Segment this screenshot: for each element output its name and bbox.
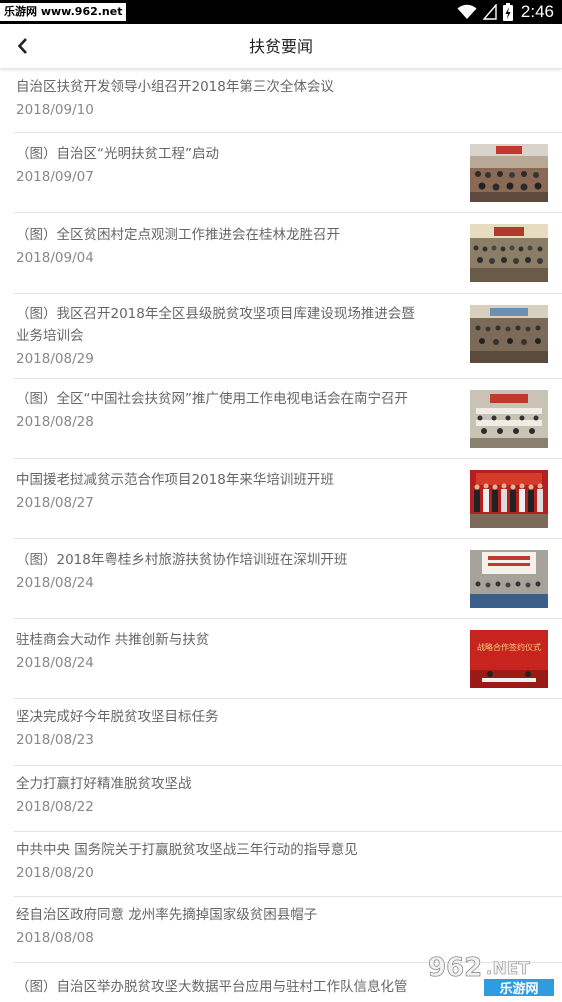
svg-text:.NET: .NET xyxy=(486,959,530,979)
news-title: 中共中央 国务院关于打赢脱贫攻坚战三年行动的指导意见 xyxy=(16,842,358,858)
news-title: 坚决完成好今年脱贫攻坚目标任务 xyxy=(16,709,219,725)
news-item[interactable]: 全力打赢打好精准脱贫攻坚战 2018/08/22 xyxy=(14,766,562,832)
news-date: 2018/09/07 xyxy=(16,169,94,185)
news-title: 中国援老挝减贫示范合作项目2018年来华培训班开班 xyxy=(16,472,334,488)
news-item[interactable]: （图）全区贫困村定点观测工作推进会在桂林龙胜召开 2018/09/04 xyxy=(14,213,562,294)
news-thumbnail xyxy=(470,470,548,528)
news-title: 驻桂商会大动作 共推创新与扶贫 xyxy=(16,632,210,648)
news-title-line2: 业务培训会 xyxy=(16,328,84,344)
news-date: 2018/08/27 xyxy=(16,495,94,511)
news-thumbnail xyxy=(470,390,548,448)
news-date: 2018/08/08 xyxy=(16,930,94,946)
news-item[interactable]: （图）我区召开2018年全区县级脱贫攻坚项目库建设现场推进会暨 业务培训会 20… xyxy=(14,294,562,379)
news-date: 2018/08/20 xyxy=(16,865,94,881)
site-logo-watermark: 962 .NET 乐游网 xyxy=(424,950,558,998)
news-date: 2018/09/10 xyxy=(16,102,94,118)
news-title: （图）2018年粤桂乡村旅游扶贫协作培训班在深圳开班 xyxy=(16,552,348,568)
news-list: 自治区扶贫开发领导小组召开2018年第三次全体会议 2018/09/10 （图）… xyxy=(0,70,562,1002)
clock: 2:46 xyxy=(520,2,554,21)
status-bar: 乐游网 www.962.net 2:46 xyxy=(0,0,562,24)
news-date: 2018/08/29 xyxy=(16,351,94,367)
news-thumbnail xyxy=(470,224,548,282)
news-title: （图）全区贫困村定点观测工作推进会在桂林龙胜召开 xyxy=(16,227,340,243)
news-title: （图）全区“中国社会扶贫网”推广使用工作电视电话会在南宁召开 xyxy=(16,391,408,407)
news-thumbnail xyxy=(470,305,548,363)
signal-icon xyxy=(482,4,497,20)
page-title: 扶贫要闻 xyxy=(248,37,313,56)
news-item[interactable]: 中国援老挝减贫示范合作项目2018年来华培训班开班 2018/08/27 xyxy=(14,459,562,539)
app-bar: 扶贫要闻 xyxy=(0,24,562,69)
news-item[interactable]: 自治区扶贫开发领导小组召开2018年第三次全体会议 2018/09/10 xyxy=(14,70,562,133)
news-title: 全力打赢打好精准脱贫攻坚战 xyxy=(16,776,192,792)
news-date: 2018/08/22 xyxy=(16,799,94,815)
news-item[interactable]: （图）自治区“光明扶贫工程”启动 2018/09/07 xyxy=(14,133,562,213)
svg-text:962: 962 xyxy=(428,953,482,983)
news-title: （图）自治区“光明扶贫工程”启动 xyxy=(16,146,219,162)
news-title: 经自治区政府同意 龙州率先摘掉国家级贫困县帽子 xyxy=(16,907,318,923)
news-date: 2018/08/24 xyxy=(16,575,94,591)
wifi-icon xyxy=(457,4,477,20)
svg-text:乐游网: 乐游网 xyxy=(499,981,538,997)
news-item[interactable]: （图）全区“中国社会扶贫网”推广使用工作电视电话会在南宁召开 2018/08/2… xyxy=(14,379,562,459)
battery-charging-icon xyxy=(502,3,513,21)
news-title: （图）我区召开2018年全区县级脱贫攻坚项目库建设现场推进会暨 xyxy=(16,306,415,322)
news-title: （图）自治区举办脱贫攻坚大数据平台应用与驻村工作队信息化管 xyxy=(16,979,408,995)
news-item[interactable]: 驻桂商会大动作 共推创新与扶贫 2018/08/24 战略合作签约仪式 xyxy=(14,619,562,699)
news-title: 自治区扶贫开发领导小组召开2018年第三次全体会议 xyxy=(16,79,334,95)
news-date: 2018/08/23 xyxy=(16,732,94,748)
news-item[interactable]: 中共中央 国务院关于打赢脱贫攻坚战三年行动的指导意见 2018/08/20 xyxy=(14,832,562,897)
news-date: 2018/08/28 xyxy=(16,414,94,430)
news-date: 2018/08/24 xyxy=(16,655,94,671)
news-thumbnail: 战略合作签约仪式 xyxy=(470,630,548,688)
news-item[interactable]: （图）2018年粤桂乡村旅游扶贫协作培训班在深圳开班 2018/08/24 xyxy=(14,539,562,619)
news-thumbnail xyxy=(470,144,548,202)
news-item[interactable]: 坚决完成好今年脱贫攻坚目标任务 2018/08/23 xyxy=(14,699,562,766)
site-watermark: 乐游网 www.962.net xyxy=(0,3,127,21)
news-date: 2018/09/04 xyxy=(16,250,94,266)
news-thumbnail xyxy=(470,550,548,608)
thumb-banner-text: 战略合作签约仪式 xyxy=(477,642,541,652)
